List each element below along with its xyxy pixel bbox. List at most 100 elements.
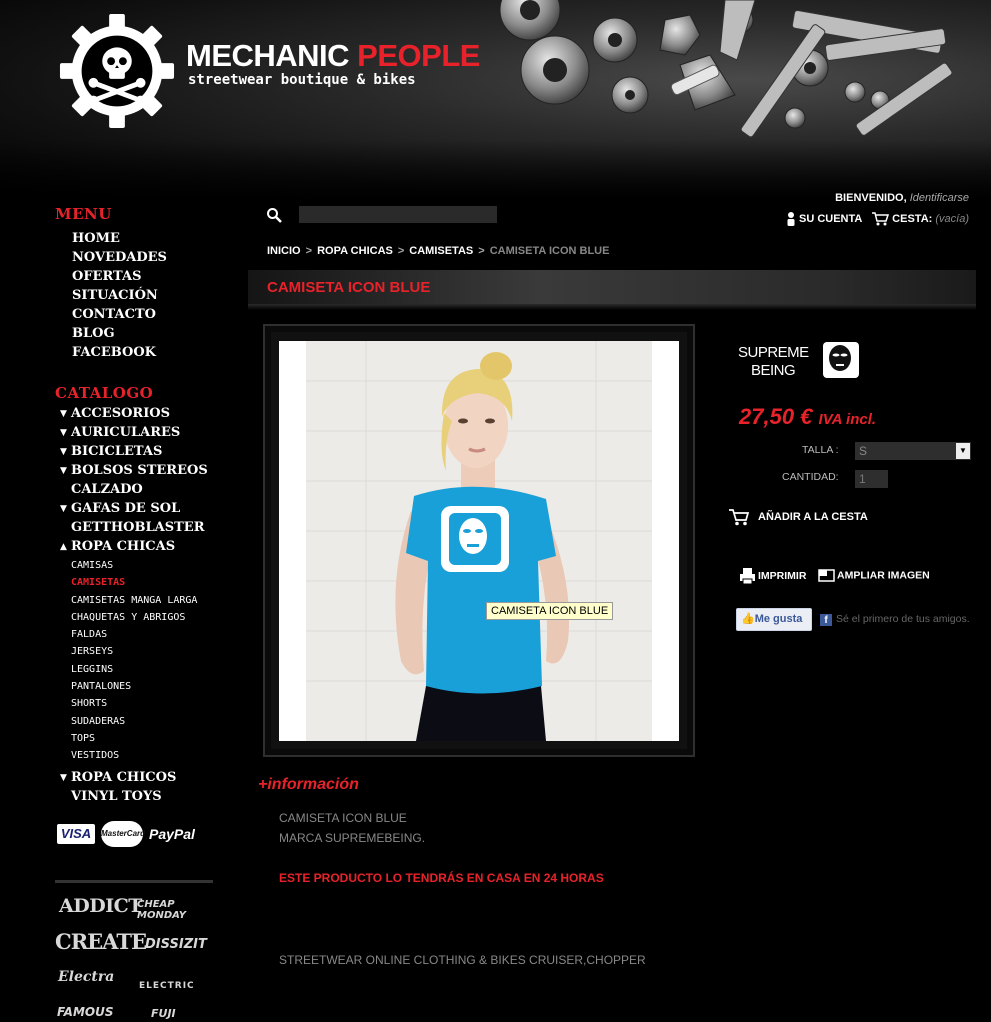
sidebar-divider <box>55 880 213 883</box>
menu-item-facebook[interactable]: FACEBOOK <box>72 343 167 362</box>
subcategory-leggins[interactable]: LEGGINS <box>60 661 208 678</box>
enlarge-image-label: AMPLIAR IMAGEN <box>837 569 930 582</box>
facebook-like-text: f Sé el primero de tus amigos. <box>820 613 970 626</box>
category-vinyl-toys[interactable]: VINYL TOYS <box>60 787 208 806</box>
menu-item-ofertas[interactable]: OFERTAS <box>72 267 167 286</box>
subcategory-pantalones[interactable]: PANTALONES <box>60 678 208 695</box>
info-line-title: CAMISETA ICON BLUE <box>279 811 407 825</box>
cart-link[interactable]: CESTA: <box>892 213 932 225</box>
breadcrumb-inicio[interactable]: INICIO <box>267 245 301 257</box>
user-icon <box>787 212 795 226</box>
category-bolsos-stereos[interactable]: ▼ BOLSOS STEREOS <box>60 461 208 480</box>
like-button-label: Me gusta <box>754 613 803 625</box>
breadcrumb-camisetas[interactable]: CAMISETAS <box>409 245 473 257</box>
page-title: CAMISETA ICON BLUE <box>267 279 431 296</box>
chevron-down-icon[interactable]: ▼ <box>956 443 970 459</box>
breadcrumb-ropa-chicas[interactable]: ROPA CHICAS <box>317 245 393 257</box>
footer-tagline: STREETWEAR ONLINE CLOTHING & BIKES CRUIS… <box>279 953 646 967</box>
subcategory-jerseys[interactable]: JERSEYS <box>60 643 208 660</box>
breadcrumb-separator: > <box>305 245 313 257</box>
welcome-text: BIENVENIDO, <box>835 192 907 204</box>
add-to-cart-label: AÑADIR A LA CESTA <box>758 510 868 523</box>
menu-item-blog[interactable]: BLOG <box>72 324 167 343</box>
brand-electric[interactable]: ELECTRIC <box>139 981 195 991</box>
subcategory-vestidos[interactable]: VESTIDOS <box>60 747 208 764</box>
category-calzado[interactable]: CALZADO <box>60 480 208 499</box>
account-link[interactable]: SU CUENTA <box>799 213 862 225</box>
category-auriculares[interactable]: ▼ AURICULARES <box>60 423 208 442</box>
brand-cheap-monday[interactable]: CHEAP MONDAY <box>137 899 199 921</box>
search-icon[interactable] <box>266 207 282 223</box>
site-title-main: MECHANIC <box>186 38 358 73</box>
search-input[interactable] <box>299 206 497 223</box>
category-getthoblaster[interactable]: GETTHOBLASTER <box>60 518 208 537</box>
category-ropa-chicas[interactable]: ▲ ROPA CHICAS <box>60 537 208 556</box>
catalog-list: ▼ ACCESORIOS ▼ AURICULARES ▼ BICICLETAS ▼ BO… <box>60 404 208 806</box>
subcategory-shorts[interactable]: SHORTS <box>60 695 208 712</box>
enlarge-image-button[interactable]: AMPLIAR IMAGEN <box>818 569 930 582</box>
mastercard-logo: MasterCard <box>101 821 145 847</box>
svg-text:BEING: BEING <box>751 362 795 379</box>
category-label: ROPA CHICAS <box>71 539 176 554</box>
brand-electra[interactable]: Electra <box>58 969 114 985</box>
svg-text:SUPREME: SUPREME <box>738 344 809 361</box>
subcategory-sudaderas[interactable]: SUDADERAS <box>60 713 208 730</box>
category-label: GETTHOBLASTER <box>71 520 205 535</box>
brand-dissizit[interactable]: DISSIZIT <box>145 937 207 952</box>
expand-arrow-icon: ▼ <box>60 772 67 783</box>
expand-arrow-icon: ▼ <box>60 504 67 514</box>
brand-fuji[interactable]: FUJI <box>151 1007 176 1020</box>
price-value: 27,50 € <box>739 404 813 429</box>
print-button[interactable]: IMPRIMIR <box>739 567 806 585</box>
size-select[interactable]: S ▼ <box>855 442 971 460</box>
facebook-icon: f <box>820 614 832 626</box>
quantity-input[interactable] <box>855 470 888 488</box>
like-prompt-text: Sé el primero de tus amigos. <box>836 613 970 625</box>
expand-arrow-icon: ▼ <box>60 428 67 438</box>
menu-item-novedades[interactable]: NOVEDADES <box>72 248 167 267</box>
subcategory-camisetas[interactable]: CAMISETAS <box>60 574 208 591</box>
size-select-value: S <box>859 444 868 458</box>
supreme-being-logo-icon[interactable]: SUPREME BEING <box>737 340 862 380</box>
account-bar: SU CUENTA CESTA: (vacía) <box>786 212 969 226</box>
printer-icon <box>740 568 755 585</box>
subcategory-camisas[interactable]: CAMISAS <box>60 557 208 574</box>
menu-item-situacion[interactable]: SITUACIÓN <box>72 286 167 305</box>
login-link[interactable]: Identificarse <box>910 192 969 204</box>
subcategory-camisetas-manga-larga[interactable]: CAMISETAS MANGA LARGA <box>60 592 208 609</box>
menu-item-contacto[interactable]: CONTACTO <box>72 305 167 324</box>
cart-icon[interactable] <box>871 212 890 226</box>
subcategory-faldas[interactable]: FALDAS <box>60 626 208 643</box>
quantity-label: CANTIDAD: <box>782 471 839 483</box>
tools-decoration-icon <box>499 0 953 138</box>
add-to-cart-button[interactable]: AÑADIR A LA CESTA <box>728 508 868 526</box>
category-accesorios[interactable]: ▼ ACCESORIOS <box>60 404 208 423</box>
category-gafas-de-sol[interactable]: ▼ GAFAS DE SOL <box>60 499 208 518</box>
category-ropa-chicos[interactable]: ▼ ROPA CHICOS <box>60 768 208 787</box>
thumbs-up-icon: 👍 <box>741 613 755 625</box>
cart-icon <box>729 509 750 526</box>
catalog-heading: CATALOGO <box>55 384 154 402</box>
subcategory-tops[interactable]: TOPS <box>60 730 208 747</box>
print-label: IMPRIMIR <box>758 569 807 582</box>
info-line-brand: MARCA SUPREMEBEING. <box>279 831 426 845</box>
product-photo[interactable] <box>306 341 652 741</box>
gear-skull-logo-icon[interactable] <box>58 12 176 130</box>
breadcrumb: INICIO > ROPA CHICAS > CAMISETAS > CAMISETA IC… <box>267 245 609 257</box>
facebook-like-button[interactable]: 👍Me gusta <box>736 608 812 631</box>
category-label: CALZADO <box>71 482 143 497</box>
breadcrumb-separator: > <box>397 245 405 257</box>
price-tax-note: IVA incl. <box>818 411 877 428</box>
brand-create[interactable]: CREATE <box>55 929 147 954</box>
expand-arrow-icon: ▼ <box>60 409 67 419</box>
category-bicicletas[interactable]: ▼ BICICLETAS <box>60 442 208 461</box>
site-title-accent: PEOPLE <box>357 38 480 73</box>
cart-status: (vacía) <box>935 212 969 225</box>
size-label: TALLA : <box>802 444 839 456</box>
brand-famous[interactable]: FAMOUS <box>57 1005 113 1019</box>
site-title[interactable]: MECHANIC PEOPLE <box>186 38 480 74</box>
menu-item-home[interactable]: HOME <box>72 229 167 248</box>
category-label: ACCESORIOS <box>71 406 170 421</box>
subcategory-chaquetas-y-abrigos[interactable]: CHAQUETAS Y ABRIGOS <box>60 609 208 626</box>
brand-addict[interactable]: ADDICT <box>59 895 142 917</box>
